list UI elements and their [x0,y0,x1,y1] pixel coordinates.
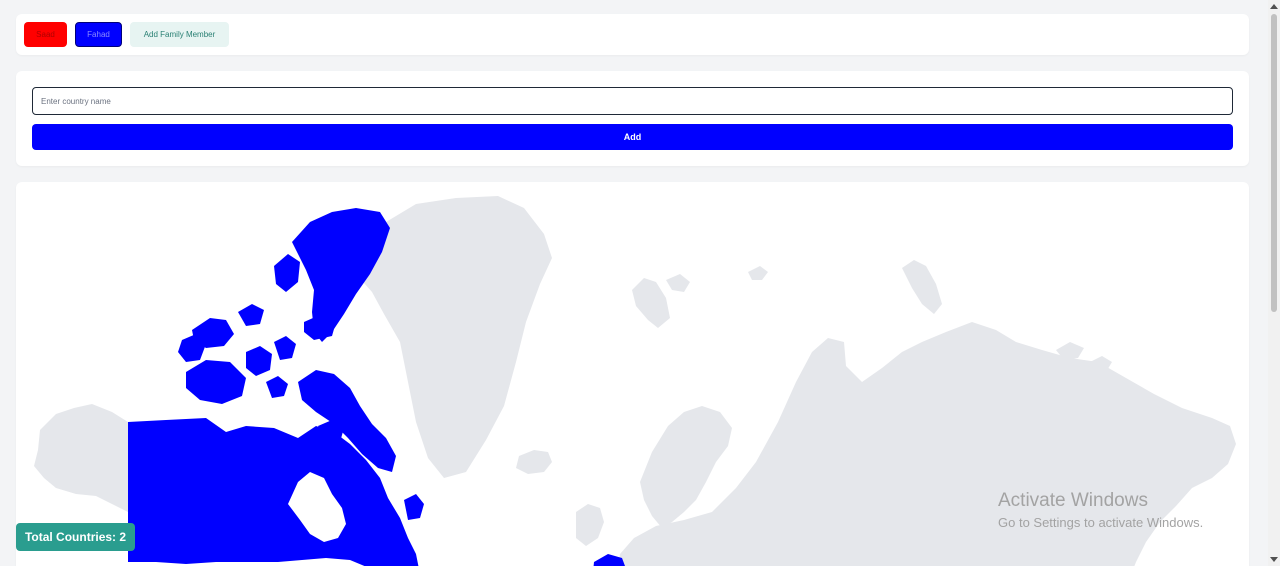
country-united-kingdom[interactable] [576,504,604,546]
family-members-bar: Saad Fahad Add Family Member [16,14,1249,55]
vertical-scrollbar[interactable] [1268,0,1280,566]
world-map[interactable] [16,182,1249,566]
country-svalbard-east[interactable] [666,274,690,292]
scrollbar-thumb[interactable] [1271,14,1277,312]
world-map-panel [16,182,1249,566]
page: Saad Fahad Add Family Member Add [0,0,1268,566]
island-franz-josef[interactable] [748,266,768,280]
island-victoria[interactable] [186,360,246,404]
island-prince-of-wales[interactable] [246,346,272,376]
island-newfoundland[interactable] [404,494,424,520]
member-button-fahad[interactable]: Fahad [75,22,122,47]
country-name-input[interactable] [32,87,1233,115]
country-alaska[interactable] [34,404,128,512]
island-king-william[interactable] [266,376,288,398]
island-bathurst[interactable] [238,304,264,326]
scroll-up-arrow-icon[interactable] [1270,4,1278,9]
add-country-form: Add [16,71,1249,166]
island-somerset[interactable] [274,336,296,360]
island-novaya-zemlya[interactable] [902,260,942,314]
member-button-saad[interactable]: Saad [24,22,67,47]
scroll-down-arrow-icon[interactable] [1270,557,1278,562]
island-axel-heiberg[interactable] [274,254,300,292]
add-family-member-button[interactable]: Add Family Member [130,22,229,47]
country-iceland[interactable] [516,450,552,474]
total-countries-badge: Total Countries: 2 [16,523,135,551]
country-svalbard[interactable] [632,278,670,328]
add-country-button[interactable]: Add [32,124,1233,150]
